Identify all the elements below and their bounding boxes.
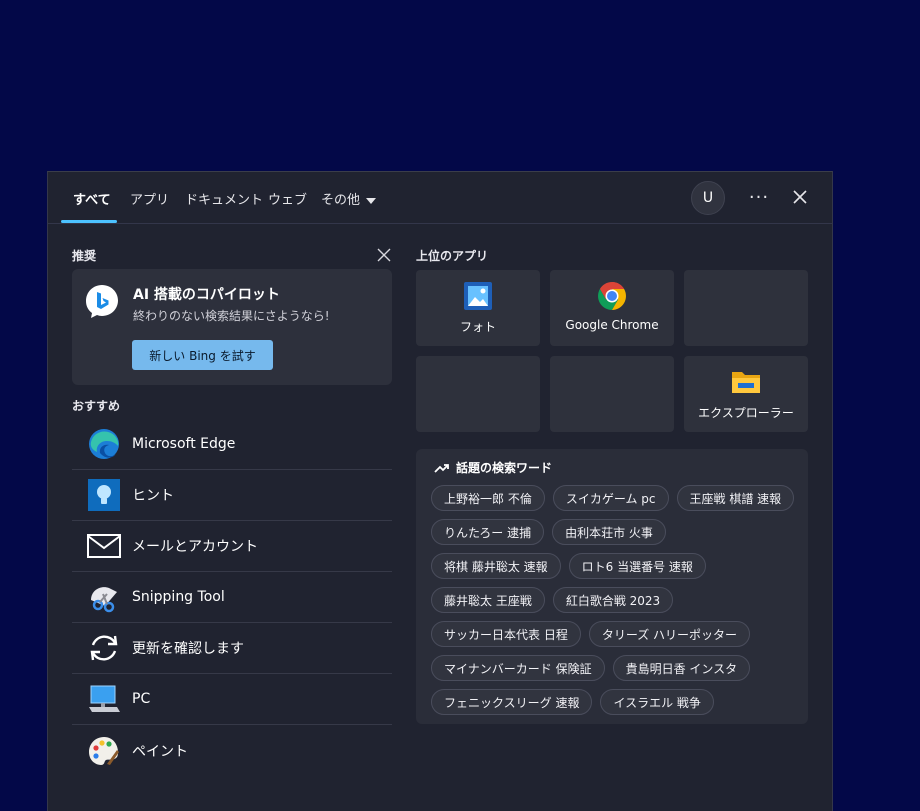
trending-chip[interactable]: 藤井聡太 王座戦 xyxy=(431,587,545,613)
close-icon xyxy=(377,248,391,262)
update-icon xyxy=(86,630,122,666)
top-nav: すべて アプリ ドキュメント ウェブ その他 U ··· xyxy=(48,172,832,224)
app-name: 更新を確認します xyxy=(132,641,244,657)
top-apps-label: 上位のアプリ xyxy=(416,249,489,263)
tab-web[interactable]: ウェブ xyxy=(268,189,307,208)
trending-chip[interactable]: サッカー日本代表 日程 xyxy=(431,621,581,647)
tab-all[interactable]: すべて xyxy=(73,189,111,208)
app-name: メールとアカウント xyxy=(132,539,258,555)
edge-icon xyxy=(86,426,122,462)
copilot-promo-card: AI 搭載のコパイロット 終わりのない検索結果にさようなら! 新しい Bing … xyxy=(72,269,392,385)
trending-chip[interactable]: スイカゲーム pc xyxy=(552,485,669,511)
more-options-button[interactable]: ··· xyxy=(746,182,772,212)
tab-documents[interactable]: ドキュメント xyxy=(185,189,263,208)
active-tab-indicator xyxy=(61,220,117,223)
trending-up-icon xyxy=(434,463,449,473)
trending-chip[interactable]: タリーズ ハリーポッター xyxy=(588,621,751,647)
dismiss-recommended-button[interactable] xyxy=(376,247,392,263)
trending-chip[interactable]: 上野裕一郎 不倫 xyxy=(431,485,545,511)
tile-blank-1[interactable] xyxy=(684,270,808,346)
trending-searches-card: 話題の検索ワード 上野裕一郎 不倫 スイカゲーム pc 王座戦 棋譜 速報 りん… xyxy=(416,449,808,724)
account-avatar[interactable]: U xyxy=(691,181,725,215)
trending-chip[interactable]: 将棋 藤井聡太 速報 xyxy=(431,553,561,579)
app-item-tips[interactable]: ヒント xyxy=(72,470,392,521)
tab-more-label: その他 xyxy=(321,193,361,208)
trending-chip[interactable]: ロト6 当選番号 速報 xyxy=(568,553,706,579)
app-name: ペイント xyxy=(132,743,188,760)
suggested-app-list: Microsoft Edge ヒント メールとアカウント Snipping To… xyxy=(72,419,392,776)
tile-chrome[interactable]: Google Chrome xyxy=(550,270,674,346)
chrome-icon xyxy=(596,280,628,312)
app-item-snipping-tool[interactable]: Snipping Tool xyxy=(72,572,392,623)
app-name: PC xyxy=(132,691,151,707)
trending-chip[interactable]: 王座戦 棋譜 速報 xyxy=(676,485,795,511)
trending-chip[interactable]: マイナンバーカード 保険証 xyxy=(431,655,605,681)
app-item-pc[interactable]: PC xyxy=(72,674,392,725)
app-item-mail[interactable]: メールとアカウント xyxy=(72,521,392,572)
trending-chip[interactable]: 由利本荘市 火事 xyxy=(552,519,666,545)
tile-blank-3[interactable] xyxy=(550,356,674,432)
tile-label: フォト xyxy=(459,320,496,334)
tile-blank-2[interactable] xyxy=(416,356,540,432)
trending-chips: 上野裕一郎 不倫 スイカゲーム pc 王座戦 棋譜 速報 りんたろー 逮捕 由利… xyxy=(431,485,801,723)
copilot-title: AI 搭載のコパイロット xyxy=(133,287,280,303)
search-panel: すべて アプリ ドキュメント ウェブ その他 U ··· 推奨 AI 搭載のコパ… xyxy=(47,171,833,811)
close-icon xyxy=(793,190,807,204)
trending-header: 話題の検索ワード xyxy=(434,459,552,476)
mail-icon xyxy=(86,528,122,564)
trending-label: 話題の検索ワード xyxy=(456,461,553,475)
tile-label: Google Chrome xyxy=(565,318,659,332)
app-item-check-updates[interactable]: 更新を確認します xyxy=(72,623,392,674)
copilot-subtitle: 終わりのない検索結果にさようなら! xyxy=(133,309,330,323)
trending-chip[interactable]: りんたろー 逮捕 xyxy=(431,519,545,545)
caret-down-icon xyxy=(366,197,377,204)
folder-icon xyxy=(730,366,762,398)
app-name: Microsoft Edge xyxy=(132,436,236,452)
tile-label: エクスプローラー xyxy=(698,406,794,420)
trending-chip[interactable]: 紅白歌合戦 2023 xyxy=(552,587,674,613)
app-name: ヒント xyxy=(132,488,174,504)
trending-chip[interactable]: イスラエル 戦争 xyxy=(600,689,714,715)
suggested-label: おすすめ xyxy=(72,399,121,413)
tile-file-explorer[interactable]: エクスプローラー xyxy=(684,356,808,432)
snipping-tool-icon xyxy=(86,579,122,615)
tips-icon xyxy=(86,477,122,513)
tab-apps[interactable]: アプリ xyxy=(130,189,169,208)
pc-icon xyxy=(86,681,122,717)
close-button[interactable] xyxy=(788,185,812,209)
paint-icon xyxy=(86,733,122,769)
app-item-paint[interactable]: ペイント xyxy=(72,725,392,776)
bing-chat-icon xyxy=(84,283,120,319)
try-new-bing-button[interactable]: 新しい Bing を試す xyxy=(132,340,273,370)
tile-photos[interactable]: フォト xyxy=(416,270,540,346)
trending-chip[interactable]: フェニックスリーグ 速報 xyxy=(431,689,593,715)
recommended-label: 推奨 xyxy=(72,249,97,263)
tab-more-dropdown[interactable]: その他 xyxy=(321,189,377,208)
app-name: Snipping Tool xyxy=(132,589,225,605)
app-item-edge[interactable]: Microsoft Edge xyxy=(72,419,392,470)
photos-icon xyxy=(462,280,494,312)
trending-chip[interactable]: 貴島明日香 インスタ xyxy=(612,655,751,681)
